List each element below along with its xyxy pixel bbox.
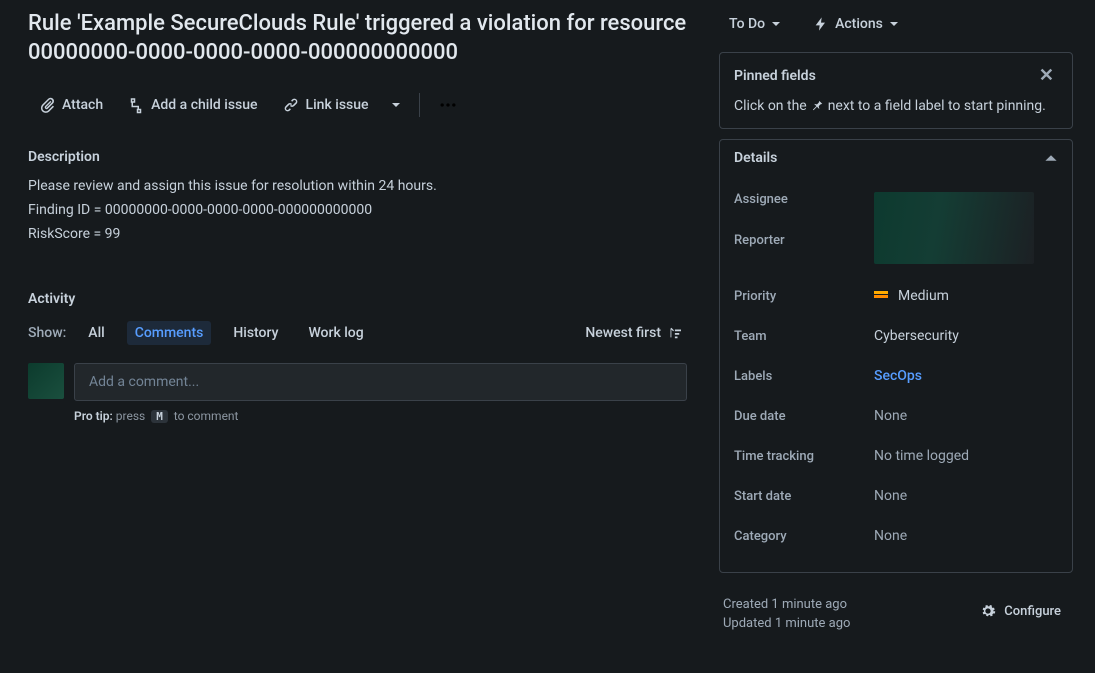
details-panel: Details Assignee Reporter Priority <box>719 139 1073 573</box>
created-meta: Created 1 minute ago <box>723 597 850 612</box>
link-issue-label: Link issue <box>306 97 369 113</box>
description-line: Finding ID = 00000000-0000-0000-0000-000… <box>28 199 687 223</box>
actions-label: Actions <box>835 16 883 32</box>
description-line: Please review and assign this issue for … <box>28 175 687 199</box>
add-child-label: Add a child issue <box>151 97 257 113</box>
start-date-label: Start date <box>734 489 874 504</box>
avatar <box>28 363 64 399</box>
labels-label: Labels <box>734 369 874 384</box>
paperclip-icon <box>38 96 56 114</box>
comment-input[interactable]: Add a comment... <box>74 363 687 401</box>
close-icon[interactable]: ✕ <box>1035 63 1058 88</box>
team-label: Team <box>734 329 874 344</box>
field-time-tracking[interactable]: Time tracking No time logged <box>734 436 1058 476</box>
activity-heading: Activity <box>28 291 687 307</box>
due-date-label: Due date <box>734 409 874 424</box>
field-category[interactable]: Category None <box>734 516 1058 556</box>
category-label: Category <box>734 529 874 544</box>
field-due-date[interactable]: Due date None <box>734 396 1058 436</box>
team-value: Cybersecurity <box>874 328 959 344</box>
pinned-fields-header[interactable]: Pinned fields ✕ <box>720 53 1072 98</box>
category-value: None <box>874 528 907 544</box>
field-start-date[interactable]: Start date None <box>734 476 1058 516</box>
status-dropdown[interactable]: To Do <box>721 10 789 38</box>
assignee-label: Assignee <box>734 192 874 207</box>
hotkey-m: M <box>151 410 168 423</box>
chevron-down-icon <box>889 19 899 29</box>
pin-icon <box>810 98 824 112</box>
link-issue-button[interactable]: Link issue <box>272 90 379 120</box>
field-priority[interactable]: Priority Medium <box>734 276 1058 316</box>
child-issue-icon <box>127 96 145 114</box>
time-tracking-value: No time logged <box>874 448 969 464</box>
pinned-fields-panel: Pinned fields ✕ Click on the next to a f… <box>719 52 1073 129</box>
details-header[interactable]: Details <box>720 140 1072 176</box>
sort-label: Newest first <box>585 325 661 341</box>
due-date-value: None <box>874 408 907 424</box>
details-heading: Details <box>734 150 777 166</box>
toolbar-divider <box>419 93 420 117</box>
tab-all[interactable]: All <box>80 321 112 345</box>
tab-comments[interactable]: Comments <box>127 321 212 345</box>
show-label: Show: <box>28 325 66 341</box>
link-icon <box>282 96 300 114</box>
configure-button[interactable]: Configure <box>972 597 1069 625</box>
issue-title: Rule 'Example SecureClouds Rule' trigger… <box>28 10 687 67</box>
assignee-reporter-redacted <box>874 192 1034 264</box>
issue-toolbar: Attach Add a child issue Link issue <box>28 89 687 121</box>
configure-label: Configure <box>1004 604 1061 619</box>
attach-label: Attach <box>62 97 103 113</box>
pinned-body: Click on the next to a field label to st… <box>720 98 1072 128</box>
pro-tip: Pro tip: press M to comment <box>74 409 687 423</box>
chevron-up-icon <box>1044 151 1058 165</box>
chevron-down-icon <box>391 100 401 110</box>
status-label: To Do <box>729 16 765 32</box>
sort-icon <box>667 326 681 340</box>
link-issue-dropdown[interactable] <box>383 94 409 116</box>
reporter-label: Reporter <box>734 233 874 248</box>
lightning-icon <box>813 16 829 32</box>
pinned-heading: Pinned fields <box>734 68 816 84</box>
chevron-down-icon <box>771 19 781 29</box>
more-actions-button[interactable] <box>430 89 466 121</box>
dots-icon <box>438 95 458 115</box>
label-chip[interactable]: SecOps <box>874 368 922 384</box>
sort-button[interactable]: Newest first <box>579 321 687 345</box>
start-date-value: None <box>874 488 907 504</box>
gear-icon <box>980 603 996 619</box>
field-assignee[interactable]: Assignee Reporter <box>734 180 1058 276</box>
description-line: RiskScore = 99 <box>28 223 687 247</box>
priority-medium-icon <box>874 290 888 302</box>
field-team[interactable]: Team Cybersecurity <box>734 316 1058 356</box>
attach-button[interactable]: Attach <box>28 90 113 120</box>
field-labels[interactable]: Labels SecOps <box>734 356 1058 396</box>
description-heading: Description <box>28 149 687 165</box>
time-tracking-label: Time tracking <box>734 449 874 464</box>
updated-meta: Updated 1 minute ago <box>723 616 850 631</box>
priority-value: Medium <box>898 288 949 304</box>
priority-label: Priority <box>734 289 874 304</box>
tab-worklog[interactable]: Work log <box>300 321 371 345</box>
actions-dropdown[interactable]: Actions <box>805 10 907 38</box>
tab-history[interactable]: History <box>225 321 286 345</box>
add-child-issue-button[interactable]: Add a child issue <box>117 90 267 120</box>
